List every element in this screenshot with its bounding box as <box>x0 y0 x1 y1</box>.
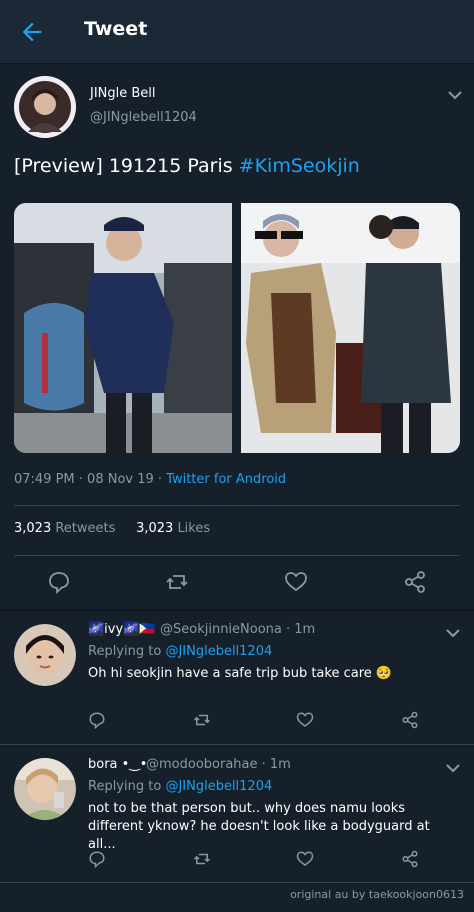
reply-icon[interactable] <box>88 711 106 729</box>
hashtag-link[interactable]: #KimSeokjin <box>239 155 360 177</box>
replying-to-handle[interactable]: @JINglebell1204 <box>165 779 272 794</box>
reply-icon[interactable] <box>88 850 106 868</box>
tweet-meta: 07:49 PM · 08 Nov 19 · Twitter for Andro… <box>14 472 286 487</box>
share-icon[interactable] <box>403 570 427 594</box>
divider <box>14 555 460 556</box>
replying-to-label: Replying to <box>88 644 166 659</box>
tweet-image-left[interactable] <box>14 203 232 453</box>
reply-text: Oh hi seokjin have a safe trip bub take … <box>88 666 393 681</box>
author-avatar[interactable] <box>14 76 76 138</box>
likes-label: Likes <box>177 521 211 536</box>
divider <box>0 882 474 883</box>
retweets-count: 3,023 <box>14 521 52 536</box>
tweet-stats: 3,023 Retweets 3,023 Likes <box>14 521 210 536</box>
author-name[interactable]: JINgle Bell <box>90 86 156 101</box>
tweet-image-right[interactable] <box>241 203 460 453</box>
author-handle[interactable]: @JINglebell1204 <box>90 110 197 125</box>
tweet-text: [Preview] 191215 Paris #KimSeokjin <box>14 152 360 180</box>
chevron-down-icon[interactable] <box>446 628 460 638</box>
chevron-down-icon[interactable] <box>448 90 462 100</box>
retweet-icon[interactable] <box>193 850 211 868</box>
page-title: Tweet <box>84 18 148 40</box>
share-icon[interactable] <box>401 711 419 729</box>
back-arrow-icon[interactable] <box>18 18 46 46</box>
likes-stat[interactable]: 3,023 Likes <box>136 521 210 536</box>
replying-to-label: Replying to <box>88 779 166 794</box>
retweet-icon[interactable] <box>165 570 189 594</box>
reply-icon[interactable] <box>47 570 71 594</box>
likes-count: 3,023 <box>136 521 174 536</box>
reply-handle[interactable]: @modooborahae · 1m <box>146 757 291 772</box>
divider <box>0 744 474 745</box>
retweets-label: Retweets <box>55 521 116 536</box>
replying-to-handle[interactable]: @JINglebell1204 <box>165 644 272 659</box>
chevron-down-icon[interactable] <box>446 763 460 773</box>
divider <box>14 505 460 506</box>
reply-avatar[interactable] <box>14 624 76 686</box>
replying-to: Replying to @JINglebell1204 <box>88 779 272 794</box>
top-bar <box>0 0 474 64</box>
tweet-text-plain: [Preview] 191215 Paris <box>14 155 239 177</box>
reply-text: not to be that person but.. why does nam… <box>88 801 430 852</box>
share-icon[interactable] <box>401 850 419 868</box>
tweet-time: 07:49 PM · 08 Nov 19 · <box>14 472 167 487</box>
tweet-source-link[interactable]: Twitter for Android <box>166 472 286 487</box>
like-heart-icon[interactable] <box>296 850 314 868</box>
reply-handle[interactable]: @SeokjinnieNoona · 1m <box>160 622 315 637</box>
replying-to: Replying to @JINglebell1204 <box>88 644 272 659</box>
reply-avatar[interactable] <box>14 758 76 820</box>
like-heart-icon[interactable] <box>296 711 314 729</box>
credit-watermark: original au by taekookjoon0613 <box>290 888 464 901</box>
reply-name[interactable]: bora •‿• <box>88 757 147 772</box>
retweet-icon[interactable] <box>193 711 211 729</box>
retweets-stat[interactable]: 3,023 Retweets <box>14 521 115 536</box>
divider <box>0 609 474 611</box>
like-heart-icon[interactable] <box>284 570 308 594</box>
reply-name[interactable]: 🌌ivy🌌🇵🇭 <box>88 622 156 637</box>
